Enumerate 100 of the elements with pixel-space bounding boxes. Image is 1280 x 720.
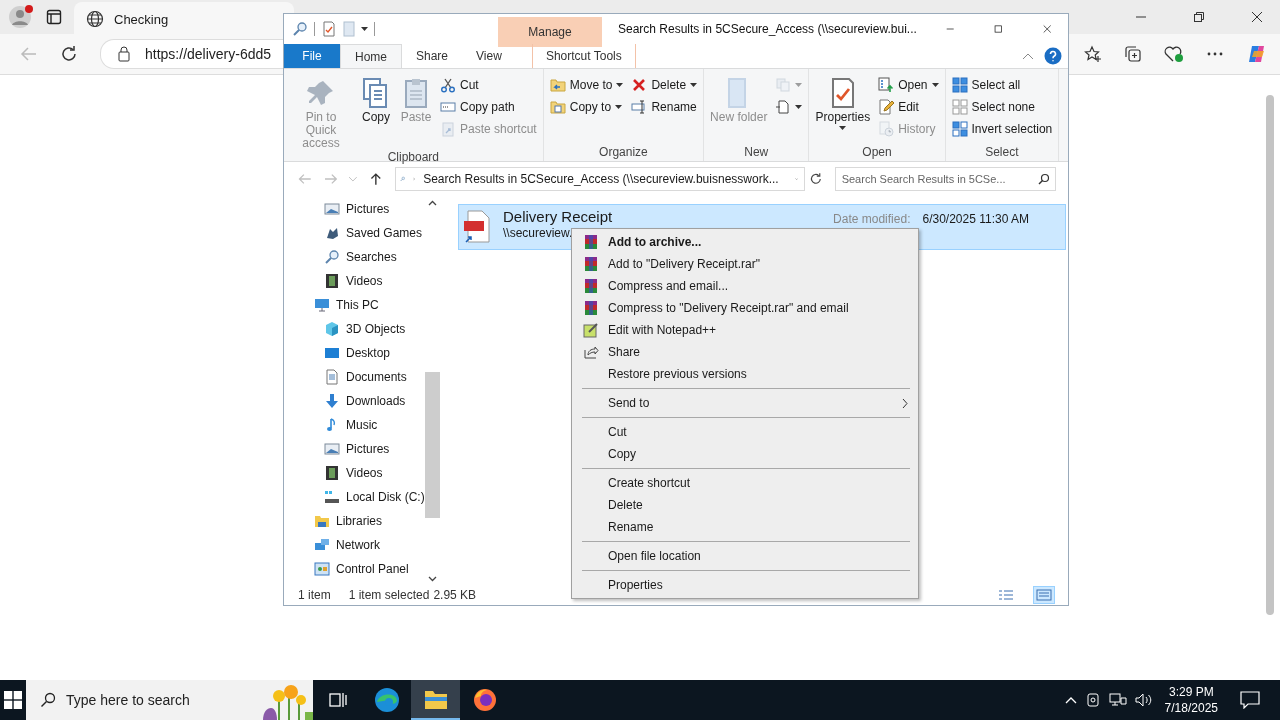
film-icon <box>324 273 340 289</box>
caret-icon <box>361 27 368 31</box>
help-icon[interactable] <box>1044 47 1062 65</box>
nav-item[interactable]: Desktop <box>284 341 425 365</box>
context-tab-header: Manage <box>498 17 602 47</box>
clock[interactable]: 3:29 PM 7/18/2025 <box>1164 684 1218 716</box>
caret-icon <box>690 83 698 87</box>
refresh-button[interactable] <box>808 172 823 186</box>
menu-item[interactable]: Create shortcut <box>574 472 916 494</box>
nav-item[interactable]: Pictures <box>284 197 425 221</box>
nav-item[interactable]: Control Panel <box>284 557 425 581</box>
menu-item[interactable]: Copy <box>574 443 916 465</box>
heart-pulse-icon[interactable] <box>1164 45 1184 63</box>
up-button[interactable] <box>369 172 383 186</box>
nav-item[interactable]: Pictures <box>284 437 425 461</box>
reload-button[interactable] <box>60 45 78 63</box>
ribbon-button[interactable]: Properties <box>813 73 873 145</box>
ribbon-tab[interactable]: File <box>284 44 340 68</box>
open-icon <box>878 77 895 93</box>
taskbar-search-field[interactable]: Type here to search <box>26 680 313 720</box>
group-label: Organize <box>598 145 649 159</box>
menu-item[interactable]: Send to <box>574 392 916 414</box>
nav-item[interactable]: This PC <box>284 293 425 317</box>
menu-item[interactable]: Restore previous versions <box>574 363 916 385</box>
ribbon-button[interactable]: Edit <box>876 97 941 117</box>
ribbon-button[interactable]: Rename <box>629 97 700 117</box>
caret-icon <box>839 126 847 130</box>
close-button[interactable] <box>1042 23 1051 35</box>
menu-item[interactable]: Open file location <box>574 545 916 567</box>
collections-icon[interactable] <box>1124 45 1142 63</box>
menu-item[interactable]: Rename <box>574 516 916 538</box>
search-icon <box>40 692 56 708</box>
nav-item[interactable]: Videos <box>284 269 425 293</box>
edge-logo-icon <box>373 687 400 713</box>
nav-item[interactable]: Music <box>284 413 425 437</box>
ribbon-button[interactable]: Select all <box>949 75 1055 95</box>
nav-item[interactable]: Network <box>284 533 425 557</box>
ribbon-button[interactable]: Invert selection <box>949 119 1055 139</box>
archive-icon <box>583 300 599 316</box>
menu-item[interactable]: Cut <box>574 421 916 443</box>
nav-item[interactable]: Local Disk (C:) <box>284 485 425 509</box>
cube-icon <box>324 321 340 337</box>
nav-item[interactable]: 3D Objects <box>284 317 425 341</box>
date-modified: 6/30/2025 11:30 AM <box>922 212 1029 226</box>
nav-item[interactable]: Saved Games <box>284 221 425 245</box>
browser-tab[interactable]: Checking <box>74 2 294 36</box>
notifications-icon[interactable] <box>1240 691 1260 709</box>
window-title: Search Results in 5CSecure_Access (\\secureview.bui... <box>618 22 917 36</box>
nav-item[interactable]: Libraries <box>284 509 425 533</box>
ribbon-button[interactable]: Copy <box>358 73 394 150</box>
ribbon-tab[interactable]: View <box>462 44 516 68</box>
ribbon-button[interactable]: Copy to <box>547 97 626 117</box>
chevron-up-icon[interactable] <box>1064 696 1077 704</box>
menu-item[interactable]: Add to "Delivery Receipt.rar" <box>574 253 916 275</box>
nav-item[interactable]: Videos <box>284 461 425 485</box>
ribbon-button[interactable]: Open <box>876 75 941 95</box>
ribbon-tab[interactable]: Home <box>340 44 402 68</box>
close-button[interactable] <box>1251 11 1263 23</box>
caret-icon <box>615 105 623 109</box>
select-none-icon <box>951 99 968 115</box>
tray-app-icon[interactable] <box>1084 692 1101 708</box>
scroll-up-icon[interactable] <box>427 200 437 206</box>
start-button[interactable] <box>4 691 22 709</box>
control-panel-icon <box>314 561 330 577</box>
menu-item[interactable]: Edit with Notepad++ <box>574 319 916 341</box>
menu-item[interactable]: Share <box>574 341 916 363</box>
path-icon <box>440 99 456 115</box>
date-label: Date modified: <box>833 212 911 226</box>
menu-item[interactable]: Compress to "Delivery Receipt.rar" and email <box>574 297 916 319</box>
ribbon-button[interactable]: Delete <box>629 75 700 95</box>
menu-item[interactable]: Properties <box>574 574 916 596</box>
profile-icon[interactable] <box>8 4 34 30</box>
ribbon-button[interactable] <box>773 97 805 117</box>
collapse-ribbon-icon[interactable] <box>1022 52 1034 60</box>
nav-item[interactable]: Downloads <box>284 389 425 413</box>
ribbon-button[interactable]: Copy path <box>438 97 539 117</box>
ribbon-button[interactable]: Move to <box>547 75 626 95</box>
ribbon-button[interactable]: Select none <box>949 97 1055 117</box>
volume-icon[interactable] <box>1134 692 1153 708</box>
address-bar[interactable]: Search Results in 5CSecure_Access (\\secureview.buisnesswork... <box>394 167 805 191</box>
tab-actions-icon[interactable] <box>46 9 62 25</box>
search-field[interactable]: Search Search Results in 5CSe... <box>834 167 1056 191</box>
network-icon <box>314 537 330 553</box>
nav-item[interactable]: Documents <box>284 365 425 389</box>
menu-item[interactable]: Compress and email... <box>574 275 916 297</box>
restore-button[interactable] <box>1193 11 1205 23</box>
maximize-button[interactable] <box>994 23 1003 35</box>
network-icon[interactable] <box>1108 692 1127 708</box>
file-explorer-button[interactable] <box>411 680 460 720</box>
menu-item[interactable]: Add to archive... <box>574 231 916 253</box>
selection-size: 2.95 KB <box>433 588 477 602</box>
ribbon-tab[interactable]: Share <box>402 44 463 68</box>
menu-item[interactable]: Delete <box>574 494 916 516</box>
url-text: https://delivery-6dd5 <box>145 46 272 62</box>
nav-item[interactable]: Searches <box>284 245 425 269</box>
favorite-icon[interactable] <box>1084 45 1102 63</box>
ribbon-button[interactable]: Cut <box>438 75 539 95</box>
scroll-down-icon[interactable] <box>427 576 437 582</box>
page-icon <box>343 21 355 37</box>
tiles-view-icon[interactable] <box>1034 587 1054 603</box>
